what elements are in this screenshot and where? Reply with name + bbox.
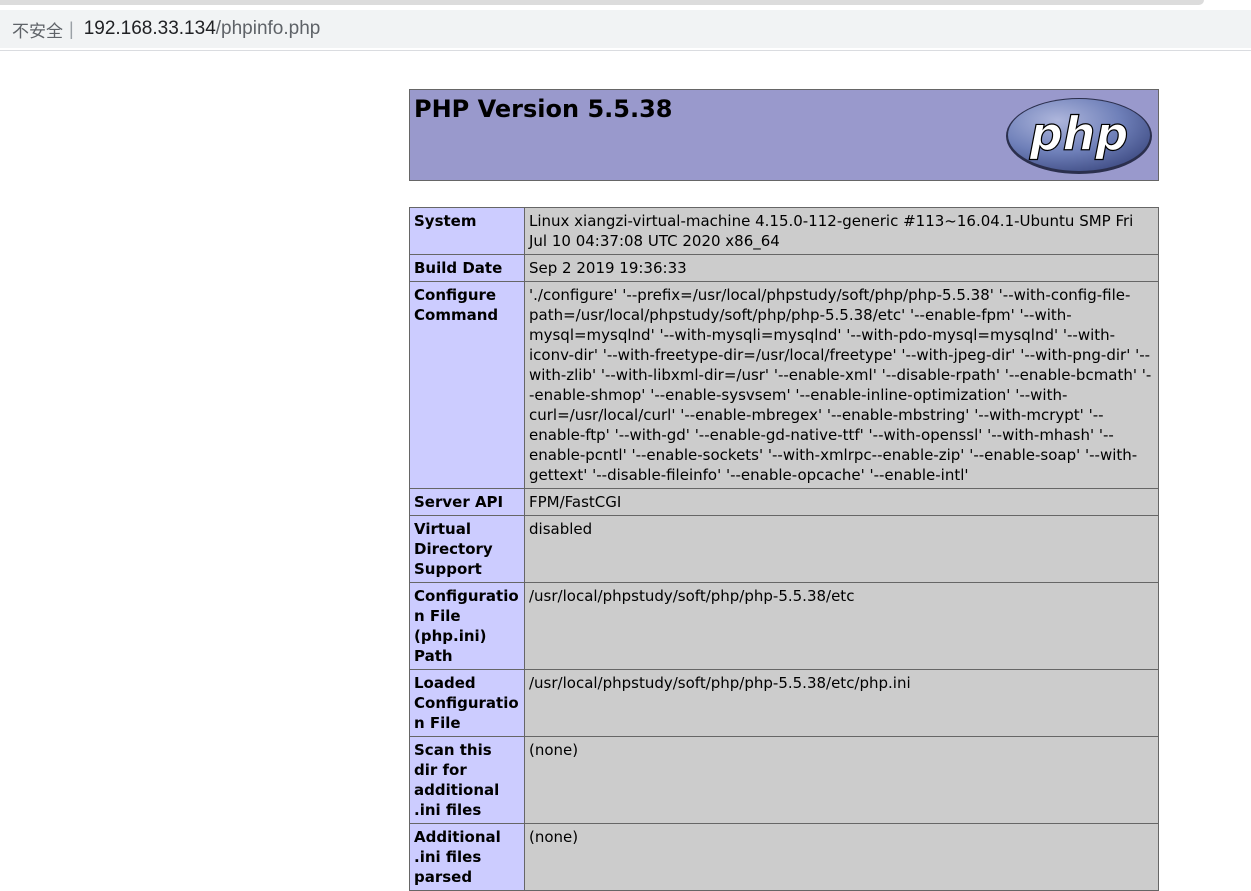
row-value: disabled — [524, 515, 1159, 583]
row-value: FPM/FastCGI — [524, 488, 1159, 516]
row-key: Virtual Directory Support — [409, 515, 525, 583]
table-row: Loaded Configuration File /usr/local/php… — [409, 669, 1159, 737]
table-row: Virtual Directory Support disabled — [409, 515, 1159, 583]
table-row: Configuration File (php.ini) Path /usr/l… — [409, 582, 1159, 670]
row-key: Configuration File (php.ini) Path — [409, 582, 525, 670]
row-value: './configure' '--prefix=/usr/local/phpst… — [524, 281, 1159, 489]
table-row: Build Date Sep 2 2019 19:36:33 — [409, 254, 1159, 282]
row-key: Scan this dir for additional .ini files — [409, 736, 525, 824]
row-value: Linux xiangzi-virtual-machine 4.15.0-112… — [524, 207, 1159, 255]
table-row: Scan this dir for additional .ini files … — [409, 736, 1159, 824]
toolbar-divider — [0, 50, 1251, 51]
row-value: /usr/local/phpstudy/soft/php/php-5.5.38/… — [524, 669, 1159, 737]
table-row: Configure Command './configure' '--prefi… — [409, 281, 1159, 489]
browser-tab-strip — [0, 0, 1251, 10]
row-value: (none) — [524, 736, 1159, 824]
php-logo-link[interactable]: php — [1004, 96, 1154, 180]
phpinfo-content: PHP Version 5.5.38 php System Linux xian… — [409, 89, 1159, 891]
row-key: Loaded Configuration File — [409, 669, 525, 737]
row-key: Configure Command — [409, 281, 525, 489]
row-value: (none) — [524, 823, 1159, 891]
page-title: PHP Version 5.5.38 — [414, 95, 673, 123]
php-logo-text: php — [1029, 107, 1129, 161]
url-path[interactable]: /phpinfo.php — [216, 18, 321, 40]
table-row: Server API FPM/FastCGI — [409, 488, 1159, 516]
tab-edge — [0, 0, 1204, 5]
row-value: Sep 2 2019 19:36:33 — [524, 254, 1159, 282]
url-host[interactable]: 192.168.33.134 — [84, 18, 216, 40]
address-bar[interactable]: 不安全 | 192.168.33.134/phpinfo.php — [0, 10, 1251, 48]
table-row: System Linux xiangzi-virtual-machine 4.1… — [409, 207, 1159, 255]
address-separator: | — [69, 18, 74, 39]
not-secure-label[interactable]: 不安全 — [12, 17, 63, 42]
row-key: Additional .ini files parsed — [409, 823, 525, 891]
row-key: Build Date — [409, 254, 525, 282]
row-key: Server API — [409, 488, 525, 516]
php-version-header: PHP Version 5.5.38 php — [409, 89, 1159, 181]
php-logo-icon: php — [1006, 98, 1152, 174]
row-value: /usr/local/phpstudy/soft/php/php-5.5.38/… — [524, 582, 1159, 670]
php-info-table: System Linux xiangzi-virtual-machine 4.1… — [409, 207, 1159, 891]
table-row: Additional .ini files parsed (none) — [409, 823, 1159, 891]
row-key: System — [409, 207, 525, 255]
